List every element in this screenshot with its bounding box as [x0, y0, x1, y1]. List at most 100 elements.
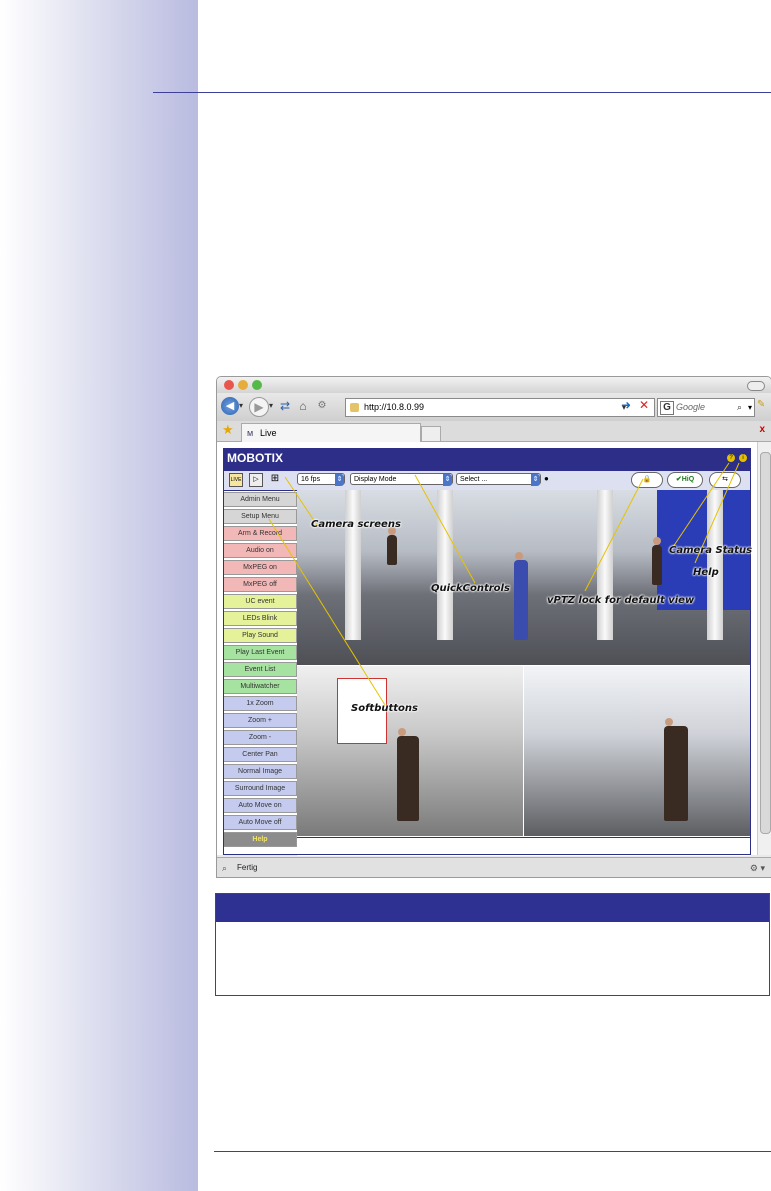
mobotix-logo: MOBOTIX — [227, 451, 283, 465]
camera-status-strip — [297, 837, 751, 856]
softbutton-setup-menu[interactable]: Setup Menu — [223, 509, 297, 524]
bookmark-icon[interactable]: ✎ — [757, 399, 765, 410]
tab-bar: ★ ᴍ Live x — [217, 421, 771, 442]
person-figure — [652, 537, 662, 585]
mobotix-header: MOBOTIX ? i — [223, 448, 751, 470]
softbutton-auto-move-off[interactable]: Auto Move off — [223, 815, 297, 830]
vptz-lock-icon[interactable]: 🔒 — [631, 472, 663, 488]
annotation-quick-controls: QuickControls — [431, 583, 510, 594]
help-icon[interactable]: ? — [727, 454, 735, 462]
softbutton-mxpeg-off[interactable]: MxPEG off — [223, 577, 297, 592]
player-screen-icon[interactable]: ▷ — [249, 473, 263, 487]
info-box-header — [216, 894, 769, 922]
status-search-icon: ⌕ — [222, 863, 228, 873]
search-input[interactable]: Google — [676, 399, 705, 416]
multiview-screen-icon[interactable]: ⊞ — [269, 473, 281, 485]
tab-favicon-icon: ᴍ — [247, 428, 254, 438]
softbutton-uc-event[interactable]: UC event — [223, 594, 297, 609]
softbutton-play-sound[interactable]: Play Sound — [223, 628, 297, 643]
search-dropdown-icon[interactable]: ▾ — [748, 399, 752, 416]
person-figure — [387, 527, 397, 565]
camera-switch-icon[interactable]: ⇆ — [709, 472, 741, 488]
minimize-window-button[interactable] — [238, 380, 248, 390]
new-tab-button[interactable] — [421, 426, 441, 442]
softbuttons-panel: Admin Menu Setup Menu Arm & Record Audio on… — [223, 492, 297, 855]
annotation-camera-status: Camera Status — [669, 545, 753, 556]
forward-history-dropdown-icon[interactable]: ▾ — [269, 397, 273, 415]
softbutton-event-list[interactable]: Event List — [223, 662, 297, 677]
address-text: http://10.8.0.99 — [364, 402, 425, 412]
fps-select[interactable]: 16 fps — [297, 473, 345, 486]
pillar — [345, 490, 361, 640]
go-arrow-icon[interactable]: ➜ — [619, 397, 633, 414]
stop-icon[interactable]: ✕ — [637, 397, 651, 414]
pillar — [437, 490, 453, 640]
camera-view-right[interactable] — [524, 666, 751, 836]
close-window-button[interactable] — [224, 380, 234, 390]
tab-label: Live — [260, 428, 277, 438]
person-figure — [664, 718, 688, 821]
softbutton-zoom[interactable]: Zoom + — [223, 713, 297, 728]
annotation-vptz-lock: vPTZ lock for default view — [547, 595, 695, 606]
address-bar[interactable]: http://10.8.0.99 ▾ — [345, 398, 655, 417]
quick-control-indicator-icon: ● — [544, 474, 549, 483]
tools-icon[interactable]: ⚙ — [315, 397, 329, 415]
pillar — [597, 490, 613, 640]
main-camera-view[interactable] — [297, 490, 751, 665]
favorites-star-icon[interactable]: ★ — [222, 422, 234, 438]
camera-view-left[interactable] — [297, 666, 523, 836]
close-tab-icon[interactable]: x — [759, 424, 765, 435]
live-screen-icon[interactable]: LIVE — [229, 473, 243, 487]
side-gradient-bar — [0, 0, 198, 1191]
person-figure — [397, 728, 419, 821]
browser-status-bar: ⌕ Fertig ⚙ ▾ — [217, 857, 771, 877]
pillar — [707, 490, 723, 640]
softbutton-leds-blink[interactable]: LEDs Blink — [223, 611, 297, 626]
softbutton-play-last-event[interactable]: Play Last Event — [223, 645, 297, 660]
quick-select[interactable]: Select ... — [456, 473, 541, 486]
page-content: MOBOTIX ? i LIVE ▷ ⊞ 16 fps Display Mode… — [217, 442, 771, 856]
softbutton-1x-zoom[interactable]: 1x Zoom — [223, 696, 297, 711]
annotation-camera-screens: Camera screens — [311, 519, 401, 530]
zoom-window-button[interactable] — [252, 380, 262, 390]
softbutton-zoom[interactable]: Zoom - — [223, 730, 297, 745]
quick-controls-bar: LIVE ▷ ⊞ 16 fps Display Mode Select ... … — [223, 470, 751, 491]
magnifier-icon[interactable]: ⌕ — [737, 399, 742, 416]
home-icon[interactable]: ⌂ — [295, 397, 311, 415]
bottom-divider — [214, 1151, 771, 1152]
annotation-help: Help — [693, 567, 719, 578]
softbutton-admin-menu[interactable]: Admin Menu — [223, 492, 297, 507]
title-bar — [217, 377, 771, 393]
softbutton-center-pan[interactable]: Center Pan — [223, 747, 297, 762]
softbutton-audio-on[interactable]: Audio on — [223, 543, 297, 558]
site-favicon-icon — [350, 403, 359, 412]
top-divider — [153, 92, 771, 93]
camera-status-icon[interactable]: i — [739, 454, 747, 462]
softbutton-normal-image[interactable]: Normal Image — [223, 764, 297, 779]
annotation-softbuttons: Softbuttons — [351, 703, 418, 714]
reload-icon[interactable]: ⇄ — [279, 397, 291, 415]
softbutton-auto-move-on[interactable]: Auto Move on — [223, 798, 297, 813]
softbutton-surround-image[interactable]: Surround Image — [223, 781, 297, 796]
google-search-icon: G — [660, 401, 674, 415]
status-tools-icon[interactable]: ⚙ ▾ — [750, 858, 765, 877]
tab-live[interactable]: ᴍ Live — [241, 423, 421, 442]
scrollbar-thumb[interactable] — [760, 452, 771, 834]
person-figure — [514, 552, 528, 640]
back-history-dropdown-icon[interactable]: ▾ — [239, 397, 243, 415]
browser-toolbar: ◀ ▾ ▶ ▾ ⇄ ⌂ ⚙ http://10.8.0.99 ▾ ➜ ✕ G G… — [217, 393, 771, 422]
status-text: Fertig — [237, 863, 258, 872]
hiq-button[interactable]: ✔HiQ — [667, 472, 703, 488]
softbutton-help[interactable]: Help — [223, 832, 297, 847]
display-mode-select[interactable]: Display Mode — [350, 473, 453, 486]
forward-arrow-icon[interactable]: ▶ — [249, 397, 269, 417]
softbutton-mxpeg-on[interactable]: MxPEG on — [223, 560, 297, 575]
softbutton-multiwatcher[interactable]: Multiwatcher — [223, 679, 297, 694]
softbutton-arm-record[interactable]: Arm & Record — [223, 526, 297, 541]
back-arrow-icon[interactable]: ◀ — [221, 397, 239, 415]
vertical-scrollbar[interactable] — [757, 442, 771, 855]
toolbar-toggle-button[interactable] — [747, 381, 765, 391]
info-box — [215, 893, 770, 996]
search-box[interactable]: G Google ⌕ ▾ — [657, 398, 755, 417]
browser-window: ◀ ▾ ▶ ▾ ⇄ ⌂ ⚙ http://10.8.0.99 ▾ ➜ ✕ G G… — [216, 376, 771, 878]
